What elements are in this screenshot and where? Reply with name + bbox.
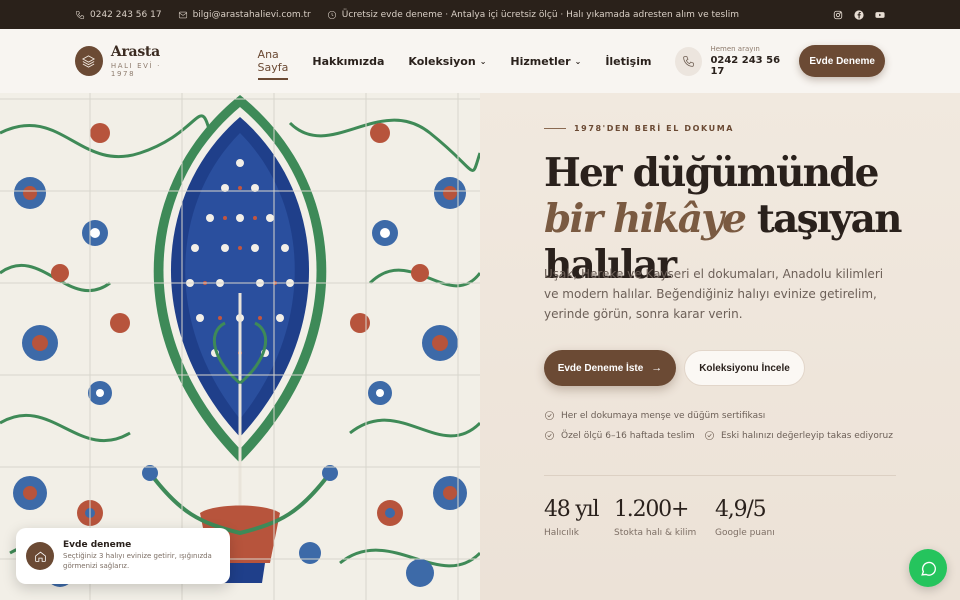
- feature-text: Özel ölçü 6–16 haftada teslim: [561, 430, 695, 441]
- instagram-icon[interactable]: [833, 10, 843, 20]
- phone-call-icon[interactable]: [675, 46, 703, 76]
- feature-text: Her el dokumaya menşe ve düğüm sertifika…: [561, 410, 766, 421]
- mail-icon: [178, 11, 187, 18]
- headline-emphasis: bir hikâye: [544, 196, 747, 242]
- check-circle-icon: [545, 411, 554, 420]
- social-links: [833, 9, 885, 20]
- headline-part1: Her düğümünde: [544, 150, 880, 196]
- brand-name: Arasta: [110, 44, 160, 60]
- topbar-notice: Ücretsiz evde deneme · Antalya içi ücret…: [327, 10, 739, 20]
- nav-item-contact[interactable]: İletişim: [605, 48, 651, 74]
- nav-item-label: Ana Sayfa: [257, 48, 289, 74]
- check-circle-icon: [545, 431, 554, 440]
- topbar-phone[interactable]: 0242 243 56 17: [75, 10, 162, 20]
- stat-item: 1.200+ Stokta halı & kilim: [614, 497, 696, 538]
- layers-icon: [75, 46, 103, 76]
- call-number: 0242 243 56 17: [710, 55, 781, 77]
- hero-eyebrow: 1978'DEN BERİ EL DOKUMA: [544, 124, 734, 133]
- hero-section: 1978'DEN BERİ EL DOKUMA Her düğümünde bi…: [480, 93, 960, 600]
- clock-icon: [327, 10, 336, 19]
- stat-value: 4,9/5: [715, 497, 767, 522]
- top-bar: 0242 243 56 17 bilgi@arastahalievi.com.t…: [0, 0, 960, 29]
- request-trial-label: Evde Deneme İste: [557, 362, 644, 374]
- feature-item: Her el dokumaya menşe ve düğüm sertifika…: [544, 410, 765, 421]
- topbar-email[interactable]: bilgi@arastahalievi.com.tr: [178, 10, 311, 20]
- feature-text: Eski halınızı değerleyip takas ediyoruz: [721, 430, 893, 441]
- header-phone[interactable]: Hemen arayın 0242 243 56 17: [710, 45, 791, 77]
- youtube-icon[interactable]: [875, 10, 885, 20]
- request-trial-button[interactable]: Evde Deneme İste →: [544, 350, 676, 386]
- brand-subtitle: HALI EVİ · 1978: [110, 62, 161, 78]
- topbar-email-text: bilgi@arastahalievi.com.tr: [192, 9, 311, 20]
- topbar-phone-text: 0242 243 56 17: [90, 9, 162, 20]
- nav-item-collection[interactable]: Koleksiyon ⌄: [408, 48, 486, 74]
- nav-item-services[interactable]: Hizmetler ⌄: [510, 48, 581, 74]
- brand-logo[interactable]: Arasta HALI EVİ · 1978: [75, 44, 184, 78]
- hero-lead: Uşak, Hereke ve Kayseri el dokumaları, A…: [544, 267, 884, 321]
- home-icon: [26, 542, 54, 570]
- chevron-down-icon: ⌄: [574, 56, 582, 66]
- stat-label: Google puanı: [715, 528, 775, 538]
- arrow-right-icon: →: [651, 362, 663, 374]
- feature-item: Eski halınızı değerleyip takas ediyoruz: [704, 430, 893, 441]
- nav-item-about[interactable]: Hakkımızda: [312, 48, 384, 74]
- toast-body: Seçtiğiniz 3 halıyı evinize getirir, ışı…: [63, 552, 212, 570]
- stat-item: 4,9/5 Google puanı: [715, 497, 775, 538]
- stat-label: Halıcılık: [544, 528, 579, 538]
- check-circle-icon: [705, 431, 714, 440]
- toast-title: Evde deneme: [63, 540, 132, 551]
- phone-icon: [75, 10, 85, 19]
- stat-label: Stokta halı & kilim: [614, 528, 697, 538]
- whatsapp-chat-button[interactable]: [909, 549, 947, 587]
- nav-item-label: Hakkımızda: [312, 54, 385, 68]
- home-trial-button[interactable]: Evde Deneme: [799, 45, 885, 77]
- facebook-icon[interactable]: [854, 9, 864, 20]
- stat-value: 48 yıl: [544, 497, 600, 522]
- site-header: Arasta HALI EVİ · 1978 Ana Sayfa Hakkımı…: [0, 29, 960, 93]
- feature-item: Özel ölçü 6–16 haftada teslim: [544, 430, 695, 441]
- hero-tile-image: [0, 93, 480, 600]
- chat-bubble-icon: [920, 561, 936, 576]
- home-trial-toast[interactable]: Evde deneme Seçtiğiniz 3 halıyı evinize …: [16, 528, 230, 584]
- stat-item: 48 yıl Halıcılık: [544, 497, 600, 538]
- browse-collection-button[interactable]: Koleksiyonu İncele: [684, 350, 805, 386]
- call-label: Hemen arayın: [710, 45, 760, 53]
- main-nav: Ana Sayfa Hakkımızda Koleksiyon ⌄ Hizmetl…: [257, 48, 676, 80]
- topbar-notice-text: Ücretsiz evde deneme · Antalya içi ücret…: [341, 9, 740, 20]
- nav-item-label: İletişim: [605, 54, 652, 68]
- stats-divider: [544, 475, 896, 476]
- chevron-down-icon: ⌄: [479, 56, 487, 66]
- nav-item-label: Koleksiyon: [408, 54, 476, 68]
- nav-item-label: Hizmetler: [510, 54, 571, 68]
- stat-value: 1.200+: [614, 497, 689, 522]
- nav-item-home[interactable]: Ana Sayfa: [257, 48, 289, 80]
